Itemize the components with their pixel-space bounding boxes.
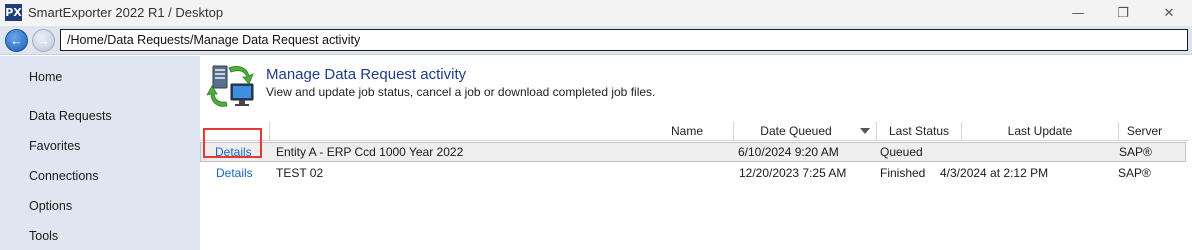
column-header-date-queued[interactable]: Date Queued bbox=[733, 122, 876, 141]
page-title: Manage Data Request activity bbox=[266, 66, 467, 83]
column-header-name[interactable]: Name bbox=[269, 122, 733, 141]
row-server: SAP® bbox=[1119, 145, 1152, 159]
row-date-queued: 12/20/2023 7:25 AM bbox=[739, 166, 847, 180]
row-name: Entity A - ERP Ccd 1000 Year 2022 bbox=[276, 145, 464, 159]
forward-arrow-icon: → bbox=[37, 33, 50, 48]
window-title: SmartExporter 2022 R1 / Desktop bbox=[28, 5, 224, 20]
main-content: Manage Data Request activity View and up… bbox=[200, 56, 1192, 250]
row-last-update: 4/3/2024 at 2:12 PM bbox=[940, 166, 1049, 180]
page-subtitle: View and update job status, cancel a job… bbox=[266, 85, 656, 99]
sidebar-item-home[interactable]: Home bbox=[29, 70, 62, 84]
title-bar: PX SmartExporter 2022 R1 / Desktop — ❐ ✕ bbox=[0, 0, 1192, 26]
column-header-last-status[interactable]: Last Status bbox=[876, 122, 961, 141]
close-button[interactable]: ✕ bbox=[1146, 0, 1192, 26]
row-server: SAP® bbox=[1118, 166, 1151, 180]
sidebar-item-tools[interactable]: Tools bbox=[29, 229, 58, 243]
sort-descending-icon bbox=[860, 128, 870, 134]
sidebar-item-options[interactable]: Options bbox=[29, 199, 72, 213]
app-logo-icon: PX bbox=[5, 4, 22, 21]
details-highlight-box bbox=[203, 128, 262, 158]
maximize-icon: ❐ bbox=[1117, 5, 1129, 21]
data-request-sync-icon bbox=[207, 65, 254, 107]
table-row[interactable]: Details Entity A - ERP Ccd 1000 Year 202… bbox=[200, 142, 1186, 162]
row-name: TEST 02 bbox=[276, 166, 324, 180]
forward-button[interactable]: → bbox=[32, 29, 55, 52]
details-link[interactable]: Details bbox=[216, 166, 253, 180]
row-date-queued: 6/10/2024 9:20 AM bbox=[738, 145, 839, 159]
sidebar: Home Data Requests Favorites Connections… bbox=[0, 56, 200, 250]
column-header-server[interactable]: Server bbox=[1118, 122, 1170, 141]
row-last-status: Finished bbox=[880, 166, 926, 180]
address-bar[interactable]: /Home/Data Requests/Manage Data Request … bbox=[60, 29, 1188, 51]
maximize-button[interactable]: ❐ bbox=[1100, 0, 1146, 26]
sidebar-item-data-requests[interactable]: Data Requests bbox=[29, 109, 112, 123]
close-icon: ✕ bbox=[1163, 5, 1175, 21]
minimize-button[interactable]: — bbox=[1055, 0, 1101, 26]
column-header-date-queued-label: Date Queued bbox=[760, 124, 832, 138]
back-button[interactable]: ← bbox=[5, 29, 28, 52]
minimize-icon: — bbox=[1071, 5, 1085, 21]
row-last-status: Queued bbox=[880, 145, 923, 159]
column-header-last-update[interactable]: Last Update bbox=[961, 122, 1118, 141]
grid-header: Name Date Queued Last Status Last Update… bbox=[200, 122, 1188, 141]
sidebar-item-connections[interactable]: Connections bbox=[29, 169, 99, 183]
sidebar-item-favorites[interactable]: Favorites bbox=[29, 139, 80, 153]
navigation-bar: ← → /Home/Data Requests/Manage Data Requ… bbox=[0, 26, 1192, 55]
table-row[interactable]: Details TEST 02 12/20/2023 7:25 AM Finis… bbox=[200, 164, 1186, 184]
back-arrow-icon: ← bbox=[10, 33, 23, 48]
